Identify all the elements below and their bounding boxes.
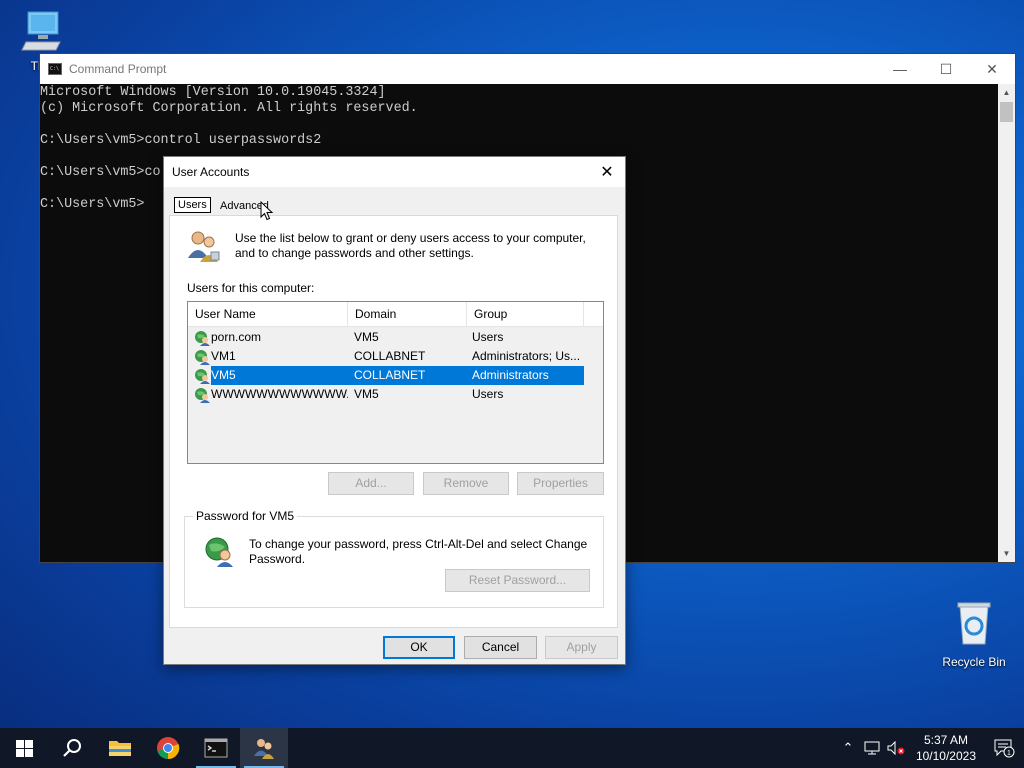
folder-icon: [109, 741, 131, 756]
table-row[interactable]: WWWWWWWWWWWW... VM5 Users: [188, 385, 603, 404]
cell-group: Administrators; Us...: [472, 349, 581, 363]
file-explorer-button[interactable]: [96, 728, 144, 768]
dialog-titlebar[interactable]: User Accounts ✕: [164, 157, 625, 187]
remove-button[interactable]: Remove: [423, 472, 509, 495]
dialog-title: User Accounts: [172, 165, 250, 179]
cmd-icon: [48, 63, 62, 75]
scroll-thumb[interactable]: [1000, 102, 1013, 122]
user-name-text: porn.com: [211, 330, 262, 344]
table-row[interactable]: VM5 COLLABNET Administrators: [188, 366, 603, 385]
notification-center-button[interactable]: 1: [984, 728, 1024, 768]
cmd-scrollbar[interactable]: ▲ ▼: [998, 84, 1015, 562]
table-row[interactable]: porn.com VM5 Users: [188, 328, 603, 347]
recycle-bin-label: Recycle Bin: [942, 655, 1006, 669]
console-line: (c) Microsoft Corporation. All rights re…: [40, 101, 418, 116]
tab-users[interactable]: Users: [174, 197, 211, 213]
cell-group: Administrators: [467, 366, 584, 385]
volume-muted-icon[interactable]: [884, 728, 908, 768]
cell-domain: VM5: [354, 387, 379, 401]
table-row[interactable]: VM1 COLLABNET Administrators; Us...: [188, 347, 603, 366]
column-header-domain[interactable]: Domain: [348, 302, 467, 327]
password-group: Password for VM5 To change your password…: [184, 509, 604, 608]
maximize-button[interactable]: ☐: [923, 54, 969, 84]
apply-button[interactable]: Apply: [545, 636, 618, 659]
cell-group: Users: [472, 387, 504, 401]
properties-button[interactable]: Properties: [517, 472, 604, 495]
users-list-label: Users for this computer:: [187, 281, 315, 295]
clock-time: 5:37 AM: [923, 733, 968, 747]
user-name-text: WWWWWWWWWWWW...: [211, 387, 348, 401]
close-button[interactable]: ✕: [969, 54, 1015, 84]
cell-user-name: VM1: [188, 347, 348, 366]
minimize-button[interactable]: —: [877, 54, 923, 84]
cmd-titlebar[interactable]: Command Prompt — ☐ ✕: [40, 54, 1015, 84]
users-icon: [185, 228, 221, 267]
system-tray: ⌃ 5:37 AM 10/10/2023 1: [836, 728, 1024, 768]
start-button[interactable]: [0, 728, 48, 768]
network-icon[interactable]: [860, 728, 884, 768]
clock-date: 10/10/2023: [915, 749, 976, 763]
console-line: C:\Users\vm5>control userpasswords2: [40, 133, 322, 148]
notification-count: 1: [1007, 750, 1011, 757]
scroll-down-arrow-icon[interactable]: ▼: [998, 545, 1015, 562]
cell-user-name: VM5: [188, 366, 348, 385]
user-icon: [195, 368, 210, 384]
chrome-button[interactable]: [144, 728, 192, 768]
user-icon: [195, 349, 210, 365]
password-group-legend: Password for VM5: [193, 509, 298, 523]
taskbar-command-prompt[interactable]: [192, 728, 240, 768]
windows-logo-icon: [15, 739, 33, 757]
chrome-icon: [157, 737, 180, 760]
taskbar-user-accounts[interactable]: [240, 728, 288, 768]
add-button[interactable]: Add...: [328, 472, 414, 495]
cell-domain: COLLABNET: [354, 349, 426, 363]
intro-text: Use the list below to grant or deny user…: [235, 231, 586, 260]
command-prompt-icon: [204, 738, 228, 758]
user-accounts-icon: [254, 739, 274, 759]
user-icon: [195, 330, 210, 346]
user-name-text: VM1: [211, 349, 236, 363]
reset-password-button[interactable]: Reset Password...: [445, 569, 590, 592]
cmd-title: Command Prompt: [69, 62, 167, 76]
recycle-bin-desktop-icon[interactable]: Recycle Bin: [938, 600, 1010, 669]
recycle-bin-icon: [938, 600, 1010, 651]
computer-icon: [6, 8, 78, 55]
cell-domain: COLLABNET: [348, 366, 467, 385]
taskbar: ⌃ 5:37 AM 10/10/2023 1: [0, 728, 1024, 768]
search-icon: [63, 739, 81, 757]
search-button[interactable]: [48, 728, 96, 768]
cell-domain: VM5: [354, 330, 379, 344]
column-header-group[interactable]: Group: [467, 302, 584, 327]
dialog-close-button[interactable]: ✕: [589, 157, 625, 187]
cancel-button[interactable]: Cancel: [464, 636, 537, 659]
users-tab-panel: Use the list below to grant or deny user…: [169, 215, 618, 628]
user-globe-icon: [203, 535, 235, 570]
list-header: User Name Domain Group: [188, 302, 603, 327]
mouse-cursor-icon: [260, 200, 274, 224]
scroll-up-arrow-icon[interactable]: ▲: [998, 84, 1015, 101]
list-body: porn.com VM5 Users VM1 COLLABNET Administrato…: [188, 327, 603, 404]
clock[interactable]: 5:37 AM 10/10/2023: [908, 732, 984, 764]
user-name-text: VM5: [211, 366, 348, 385]
password-help-text: To change your password, press Ctrl-Alt-…: [249, 537, 588, 566]
user-accounts-dialog[interactable]: User Accounts ✕ Users Advanced Use the l…: [163, 156, 626, 665]
notification-icon: 1: [994, 739, 1015, 758]
console-line: Microsoft Windows [Version 10.0.19045.33…: [40, 85, 386, 100]
ok-button[interactable]: OK: [383, 636, 455, 659]
user-icon: [195, 387, 210, 403]
chevron-up-icon[interactable]: ⌃: [836, 728, 860, 768]
cell-user-name: porn.com: [188, 328, 348, 347]
cell-group: Users: [472, 330, 504, 344]
column-header-user-name[interactable]: User Name: [188, 302, 348, 327]
users-list[interactable]: User Name Domain Group porn.com VM5 Users V…: [187, 301, 604, 464]
cell-user-name: WWWWWWWWWWWW...: [188, 385, 348, 404]
